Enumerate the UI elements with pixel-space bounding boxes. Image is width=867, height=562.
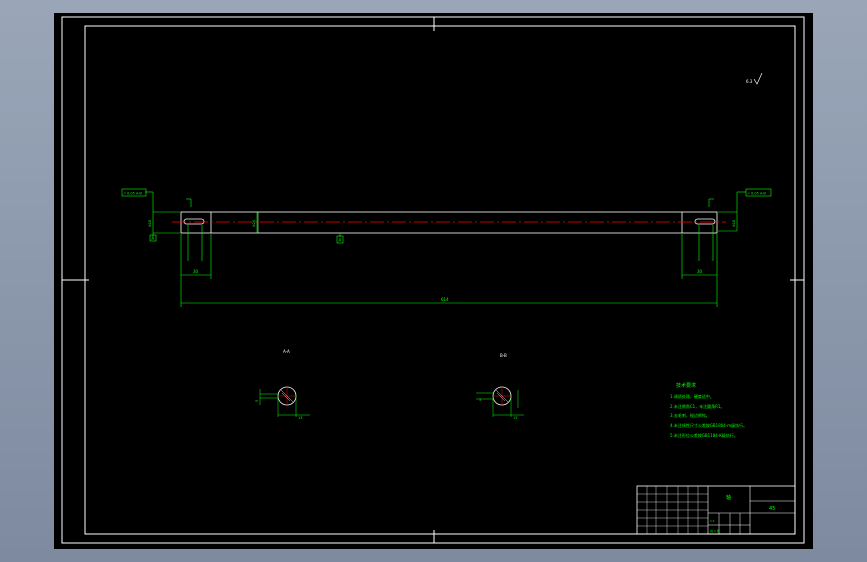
svg-text:3.去毛刺，锐边倒钝。: 3.去毛刺，锐边倒钝。 bbox=[670, 412, 710, 418]
section-b-dim: 5 bbox=[479, 398, 481, 402]
title-block-sheet: 共 1 张 bbox=[710, 528, 720, 533]
cad-drawing: 6.3 ↗ 0.05 A-B ↗ 0.05 A-B A A 614 30 30 … bbox=[61, 16, 805, 544]
datum-a-middle: A bbox=[336, 235, 344, 244]
section-b-title: B-B bbox=[500, 353, 507, 358]
right-tolerance-frame: ↗ 0.05 A-B bbox=[745, 188, 772, 197]
overall-length-label: 614 bbox=[441, 297, 449, 302]
title-block-scale: 1:1 bbox=[710, 519, 715, 523]
left-diameter-label: Φ16 bbox=[148, 220, 152, 227]
right-keyway bbox=[694, 218, 716, 225]
section-a-key: 13 bbox=[298, 416, 302, 420]
dimensions bbox=[145, 191, 746, 307]
svg-text:2.未注倒角C1，未注圆角R1。: 2.未注倒角C1，未注圆角R1。 bbox=[670, 403, 724, 409]
drawing-viewport[interactable]: 6.3 ↗ 0.05 A-B ↗ 0.05 A-B A A 614 30 30 … bbox=[54, 13, 813, 549]
section-view-b: B-B 5 13 bbox=[476, 353, 524, 420]
shaft-outline bbox=[180, 211, 718, 234]
sheet-inner-border bbox=[84, 25, 796, 535]
right-length-label: 30 bbox=[697, 269, 703, 274]
svg-text:6.3: 6.3 bbox=[746, 79, 753, 84]
roughness-symbol: 6.3 bbox=[746, 72, 763, 85]
title-block: 轴 45 1:1 共 1 张 bbox=[636, 485, 796, 535]
svg-text:A: A bbox=[339, 238, 342, 243]
sheet-outer-border bbox=[61, 16, 805, 544]
section-a-title: A-A bbox=[283, 349, 290, 354]
section-a-dim: 5 bbox=[255, 400, 259, 402]
svg-text:↗ 0.05 A-B: ↗ 0.05 A-B bbox=[123, 192, 142, 196]
title-block-name: 轴 bbox=[726, 494, 731, 501]
section-b-key: 13 bbox=[513, 416, 517, 420]
title-block-material: 45 bbox=[769, 506, 775, 512]
left-length-label: 30 bbox=[193, 269, 199, 274]
datum-a-left: A bbox=[149, 234, 157, 242]
svg-text:4.未注线性尺寸公差按GB1804-m级执行。: 4.未注线性尺寸公差按GB1804-m级执行。 bbox=[670, 422, 747, 428]
technical-requirements: 技术要求 1.调质处理，硬度适中。 2.未注倒角C1，未注圆角R1。 3.去毛刺… bbox=[670, 382, 747, 438]
right-diameter-label: Φ16 bbox=[732, 220, 736, 227]
section-view-a: A-A 5 13 bbox=[255, 349, 310, 420]
svg-text:5.未注形位公差按GB1184-K级执行。: 5.未注形位公差按GB1184-K级执行。 bbox=[670, 432, 738, 438]
svg-text:1.调质处理，硬度适中。: 1.调质处理，硬度适中。 bbox=[670, 393, 714, 399]
left-keyway bbox=[183, 218, 205, 225]
shaft-diameter-label: Φ20 bbox=[252, 220, 256, 227]
svg-text:↗ 0.05 A-B: ↗ 0.05 A-B bbox=[747, 192, 766, 196]
left-tolerance-frame: ↗ 0.05 A-B bbox=[121, 188, 147, 197]
svg-text:技术要求: 技术要求 bbox=[676, 382, 696, 389]
svg-text:A: A bbox=[152, 236, 155, 241]
